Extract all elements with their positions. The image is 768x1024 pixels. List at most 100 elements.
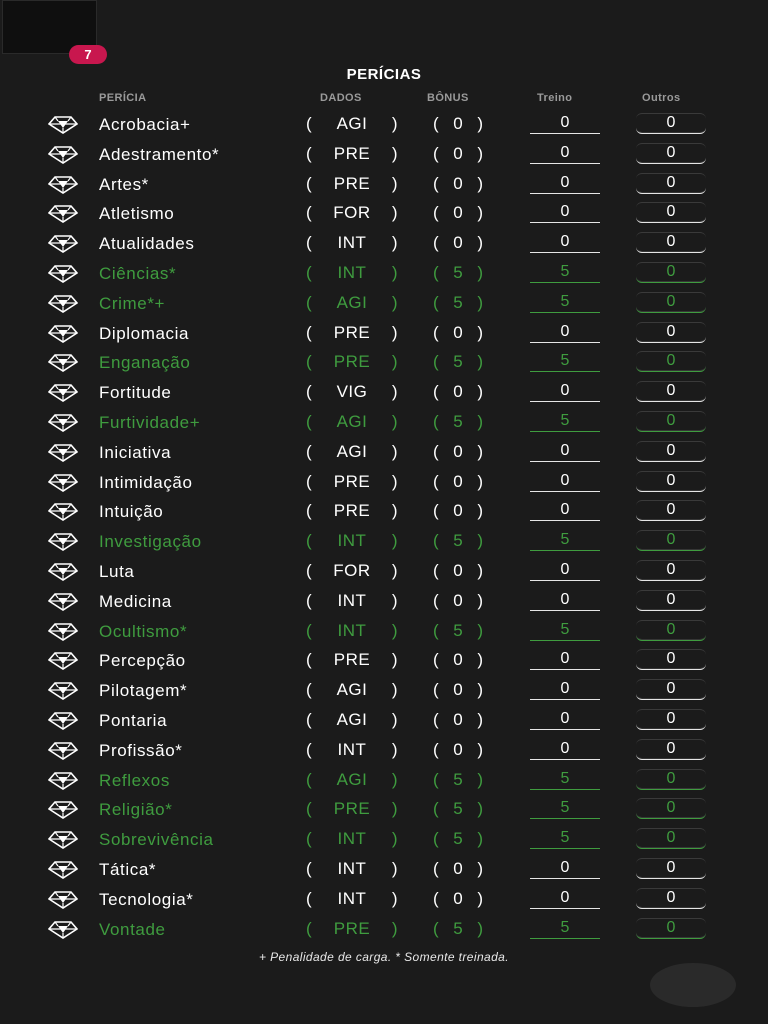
d20-dice-icon[interactable] (48, 652, 78, 671)
d20-dice-icon[interactable] (48, 443, 78, 462)
treino-input[interactable] (530, 768, 600, 790)
d20-dice-icon[interactable] (48, 294, 78, 313)
skill-attribute[interactable]: (PRE) (306, 919, 398, 939)
skill-attribute[interactable]: (AGI) (306, 770, 398, 790)
d20-dice-icon[interactable] (48, 116, 78, 134)
skill-attribute[interactable]: (INT) (306, 591, 398, 611)
outros-input[interactable] (636, 708, 706, 730)
d20-dice-icon[interactable] (48, 354, 78, 373)
treino-input[interactable] (530, 708, 600, 730)
skill-attribute[interactable]: (PRE) (306, 174, 398, 194)
d20-dice-icon[interactable] (48, 622, 78, 641)
outros-input[interactable] (636, 470, 706, 492)
outros-input[interactable] (636, 351, 706, 373)
d20-dice-icon[interactable] (48, 920, 78, 939)
skill-attribute[interactable]: (PRE) (306, 650, 398, 670)
outros-input[interactable] (636, 113, 706, 134)
d20-dice-icon[interactable] (48, 414, 78, 432)
treino-input[interactable] (530, 351, 600, 373)
treino-input[interactable] (530, 917, 600, 939)
skill-attribute[interactable]: (PRE) (306, 352, 398, 372)
outros-input[interactable] (636, 500, 706, 522)
skill-attribute[interactable]: (VIG) (306, 382, 398, 402)
d20-dice-icon[interactable] (48, 384, 78, 403)
d20-dice-icon[interactable] (48, 145, 78, 164)
outros-input[interactable] (636, 649, 706, 671)
skill-attribute[interactable]: (INT) (306, 621, 398, 641)
d20-dice-icon[interactable] (48, 563, 78, 581)
outros-input[interactable] (636, 887, 706, 909)
treino-input[interactable] (530, 142, 600, 164)
skill-attribute[interactable]: (INT) (306, 740, 398, 760)
skill-attribute[interactable]: (INT) (306, 859, 398, 879)
outros-input[interactable] (636, 410, 706, 432)
skill-attribute[interactable]: (FOR) (306, 561, 398, 581)
treino-input[interactable] (530, 291, 600, 313)
treino-input[interactable] (530, 649, 600, 671)
outros-input[interactable] (636, 559, 706, 581)
skill-attribute[interactable]: (PRE) (306, 501, 398, 521)
d20-dice-icon[interactable] (48, 682, 78, 701)
skill-attribute[interactable]: (FOR) (306, 203, 398, 223)
treino-input[interactable] (530, 738, 600, 760)
skill-attribute[interactable]: (AGI) (306, 114, 398, 134)
treino-input[interactable] (530, 172, 600, 194)
skill-attribute[interactable]: (AGI) (306, 442, 398, 462)
skill-attribute[interactable]: (INT) (306, 233, 398, 253)
treino-input[interactable] (530, 530, 600, 552)
treino-input[interactable] (530, 381, 600, 403)
outros-input[interactable] (636, 619, 706, 641)
outros-input[interactable] (636, 440, 706, 462)
d20-dice-icon[interactable] (48, 533, 78, 552)
d20-dice-icon[interactable] (48, 741, 78, 760)
treino-input[interactable] (530, 798, 600, 820)
skill-attribute[interactable]: (INT) (306, 889, 398, 909)
skill-attribute[interactable]: (INT) (306, 829, 398, 849)
skill-attribute[interactable]: (AGI) (306, 293, 398, 313)
outros-input[interactable] (636, 828, 706, 850)
treino-input[interactable] (530, 679, 600, 701)
treino-input[interactable] (530, 113, 600, 134)
treino-input[interactable] (530, 857, 600, 879)
d20-dice-icon[interactable] (48, 324, 78, 343)
floating-action-button[interactable] (650, 963, 736, 1007)
d20-dice-icon[interactable] (48, 712, 78, 730)
outros-input[interactable] (636, 798, 706, 820)
outros-input[interactable] (636, 321, 706, 343)
treino-input[interactable] (530, 887, 600, 909)
treino-input[interactable] (530, 261, 600, 283)
treino-input[interactable] (530, 500, 600, 522)
d20-dice-icon[interactable] (48, 771, 78, 790)
treino-input[interactable] (530, 559, 600, 581)
skill-attribute[interactable]: (PRE) (306, 472, 398, 492)
d20-dice-icon[interactable] (48, 205, 78, 224)
d20-dice-icon[interactable] (48, 592, 78, 611)
outros-input[interactable] (636, 738, 706, 760)
d20-dice-icon[interactable] (48, 861, 78, 879)
outros-input[interactable] (636, 232, 706, 254)
outros-input[interactable] (636, 172, 706, 194)
treino-input[interactable] (530, 232, 600, 254)
outros-input[interactable] (636, 768, 706, 790)
outros-input[interactable] (636, 142, 706, 164)
d20-dice-icon[interactable] (48, 473, 78, 492)
outros-input[interactable] (636, 917, 706, 939)
d20-dice-icon[interactable] (48, 235, 78, 254)
outros-input[interactable] (636, 530, 706, 552)
d20-dice-icon[interactable] (48, 503, 78, 522)
d20-dice-icon[interactable] (48, 801, 78, 820)
treino-input[interactable] (530, 619, 600, 641)
outros-input[interactable] (636, 679, 706, 701)
outros-input[interactable] (636, 857, 706, 879)
treino-input[interactable] (530, 440, 600, 462)
d20-dice-icon[interactable] (48, 831, 78, 850)
outros-input[interactable] (636, 381, 706, 403)
treino-input[interactable] (530, 470, 600, 492)
outros-input[interactable] (636, 291, 706, 313)
skill-attribute[interactable]: (INT) (306, 531, 398, 551)
skill-attribute[interactable]: (AGI) (306, 412, 398, 432)
treino-input[interactable] (530, 589, 600, 611)
skill-attribute[interactable]: (AGI) (306, 680, 398, 700)
d20-dice-icon[interactable] (48, 890, 78, 909)
skill-attribute[interactable]: (PRE) (306, 799, 398, 819)
